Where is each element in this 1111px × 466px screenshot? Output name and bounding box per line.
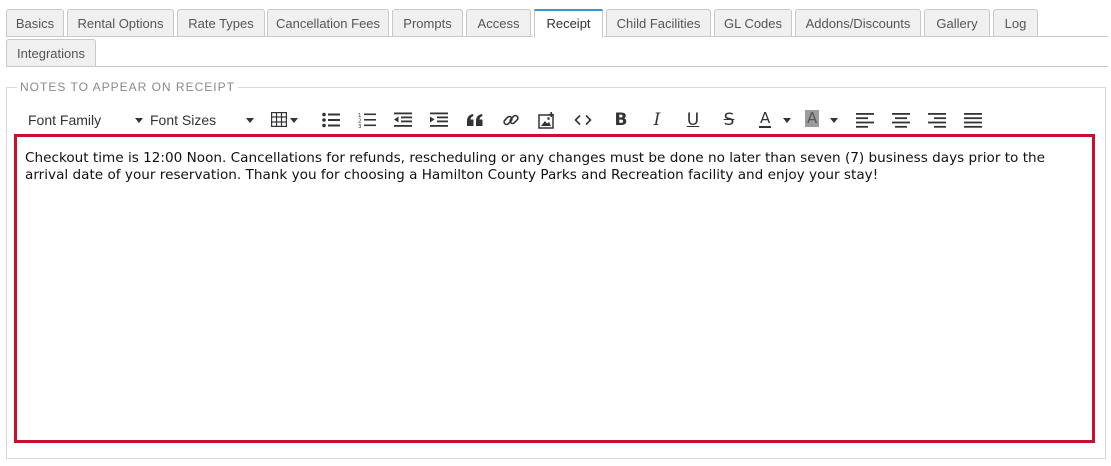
tab-child-facilities[interactable]: Child Facilities — [606, 9, 711, 36]
tab-label: Receipt — [546, 16, 591, 31]
align-justify-icon — [964, 112, 982, 128]
image-icon — [538, 111, 556, 129]
tab-label: Basics — [15, 16, 55, 31]
chevron-down-icon — [290, 118, 298, 123]
section-legend: NOTES TO APPEAR ON RECEIPT — [17, 80, 238, 94]
tab-log[interactable]: Log — [993, 9, 1038, 36]
strikethrough-button[interactable]: S — [716, 107, 742, 133]
italic-button[interactable]: I — [644, 107, 670, 133]
indent-icon — [430, 112, 448, 128]
italic-icon: I — [653, 110, 661, 130]
image-button[interactable] — [534, 107, 560, 133]
tab-label: Cancellation Fees — [275, 16, 381, 31]
numbered-list-button[interactable]: 123 — [354, 107, 380, 133]
tab-basics[interactable]: Basics — [6, 9, 64, 36]
underline-button[interactable]: U — [680, 107, 706, 133]
tab-receipt[interactable]: Receipt — [534, 9, 603, 38]
align-left-button[interactable] — [852, 107, 878, 133]
bold-button[interactable]: B — [608, 107, 634, 133]
tab-gallery[interactable]: Gallery — [924, 9, 990, 36]
text-color-icon: A — [759, 109, 772, 128]
align-center-icon — [892, 112, 910, 128]
tab-divider — [6, 36, 533, 37]
tab-label: Child Facilities — [616, 16, 701, 31]
link-icon — [502, 111, 520, 129]
tab-label: Rate Types — [188, 16, 254, 31]
tab-rental-options[interactable]: Rental Options — [67, 9, 174, 36]
bullet-list-icon — [322, 112, 340, 128]
chevron-down-icon — [830, 118, 838, 123]
align-center-button[interactable] — [888, 107, 914, 133]
bold-icon: B — [614, 110, 628, 130]
highlight-color-icon: A — [805, 109, 820, 127]
tab-label: Integrations — [17, 46, 85, 61]
editor-toolbar: Font Family Font Sizes 123 B I U S A A — [16, 107, 1096, 133]
align-right-button[interactable] — [924, 107, 950, 133]
editor-text: Checkout time is 12:00 Noon. Cancellatio… — [25, 150, 1046, 183]
bullet-list-button[interactable] — [318, 107, 344, 133]
tab-gl-codes[interactable]: GL Codes — [714, 9, 792, 36]
svg-text:3: 3 — [358, 124, 362, 128]
chevron-down-icon — [135, 118, 143, 123]
tab-divider — [6, 66, 1108, 67]
receipt-notes-editor[interactable]: Checkout time is 12:00 Noon. Cancellatio… — [14, 134, 1095, 443]
tab-label: Access — [477, 16, 520, 31]
chevron-down-icon — [783, 118, 791, 123]
align-justify-button[interactable] — [960, 107, 986, 133]
align-left-icon — [856, 112, 874, 128]
tab-prompts[interactable]: Prompts — [392, 9, 463, 36]
indent-button[interactable] — [426, 107, 452, 133]
blockquote-button[interactable] — [462, 107, 488, 133]
font-sizes-label: Font Sizes — [150, 112, 217, 128]
highlight-color-button[interactable]: A — [804, 107, 838, 133]
text-color-button[interactable]: A — [758, 107, 792, 133]
tab-access[interactable]: Access — [466, 9, 531, 36]
tab-label: Prompts — [403, 16, 452, 31]
tab-label: Addons/Discounts — [805, 16, 911, 31]
tab-label: Log — [1004, 16, 1027, 31]
outdent-button[interactable] — [390, 107, 416, 133]
tab-label: Gallery — [936, 16, 978, 31]
strikethrough-icon: S — [723, 110, 735, 130]
chevron-down-icon — [246, 118, 254, 123]
tab-label: Rental Options — [77, 16, 164, 31]
tab-divider — [604, 36, 1108, 37]
tab-label: GL Codes — [723, 16, 783, 31]
table-button[interactable] — [268, 107, 302, 133]
underline-icon: U — [686, 110, 700, 130]
tab-integrations[interactable]: Integrations — [6, 39, 96, 66]
align-right-icon — [928, 112, 946, 128]
tab-rate-types[interactable]: Rate Types — [177, 9, 265, 36]
font-family-label: Font Family — [28, 112, 102, 128]
table-icon — [271, 112, 287, 127]
tab-addons-discounts[interactable]: Addons/Discounts — [795, 9, 921, 36]
numbered-list-icon: 123 — [358, 112, 376, 128]
font-sizes-dropdown[interactable]: Font Sizes — [150, 107, 255, 133]
font-family-dropdown[interactable]: Font Family — [28, 107, 143, 133]
code-button[interactable] — [570, 107, 596, 133]
tab-cancellation-fees[interactable]: Cancellation Fees — [267, 9, 389, 36]
blockquote-icon — [466, 113, 484, 127]
link-button[interactable] — [498, 107, 524, 133]
outdent-icon — [394, 112, 412, 128]
code-icon — [574, 114, 592, 126]
